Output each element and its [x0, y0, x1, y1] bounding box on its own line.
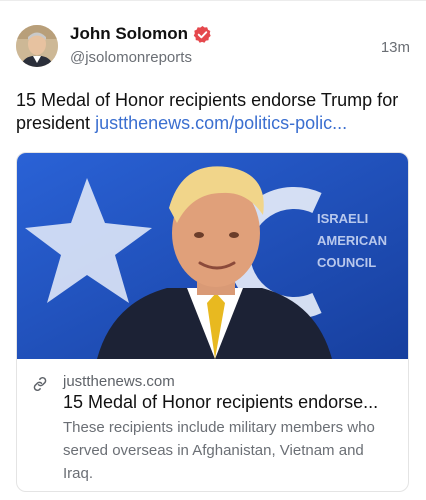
post-timestamp: 13m — [380, 39, 410, 56]
display-name[interactable]: John Solomon — [70, 24, 188, 44]
post[interactable]: John Solomon @jsolomonreports 13m 15 Med… — [0, 0, 426, 500]
link-icon — [33, 376, 47, 392]
post-header: John Solomon @jsolomonreports 13m — [16, 21, 410, 71]
backdrop-text-line: COUNCIL — [317, 255, 376, 270]
verified-badge-icon — [193, 25, 211, 43]
post-link[interactable]: justthenews.com/politics-polic... — [95, 113, 347, 133]
link-card-meta: justthenews.com 15 Medal of Honor recipi… — [17, 359, 408, 491]
name-row: John Solomon — [70, 23, 212, 45]
news-photo-icon: ISRAELI AMERICAN COUNCIL — [17, 153, 408, 359]
link-card-domain: justthenews.com — [63, 373, 175, 390]
link-card-image[interactable]: ISRAELI AMERICAN COUNCIL — [17, 153, 408, 359]
backdrop-text-line: AMERICAN — [317, 233, 387, 248]
link-card[interactable]: ISRAELI AMERICAN COUNCIL justthenews.com… — [16, 152, 409, 492]
backdrop-text-line: ISRAELI — [317, 211, 368, 226]
avatar[interactable] — [16, 25, 58, 67]
author-handle[interactable]: @jsolomonreports — [70, 49, 192, 66]
post-text: 15 Medal of Honor recipients endorse Tru… — [16, 89, 410, 135]
link-card-title[interactable]: 15 Medal of Honor recipients endorse... — [63, 392, 394, 413]
link-card-description: These recipients include military member… — [63, 419, 375, 482]
